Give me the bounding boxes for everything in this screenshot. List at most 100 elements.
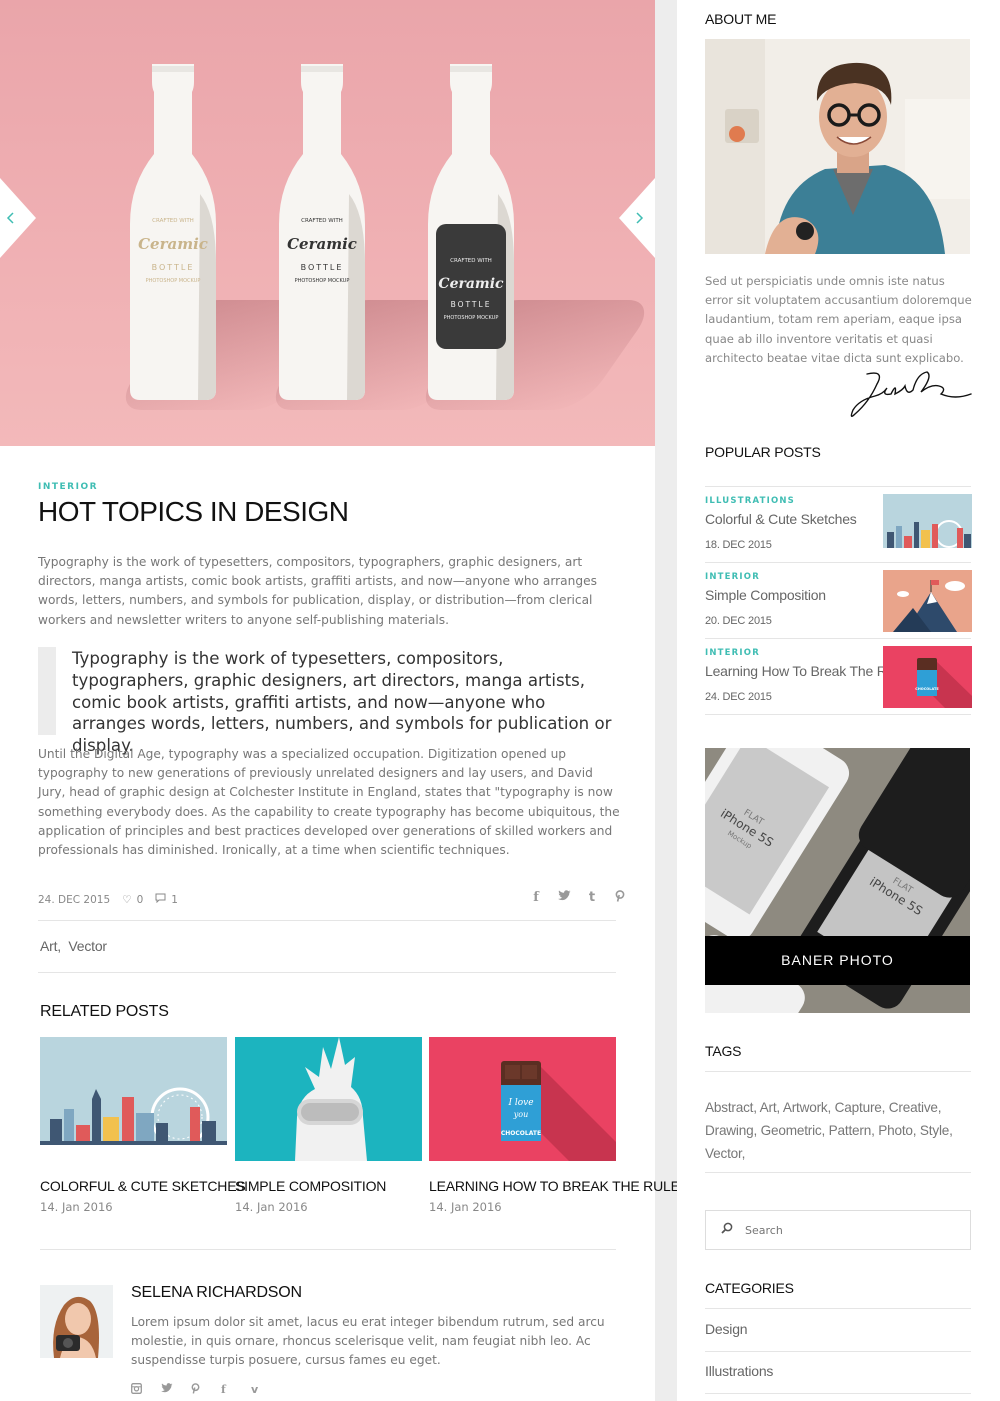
category-link[interactable]: Illustrations [705,1363,773,1379]
popular-post-thumbnail[interactable] [883,570,972,632]
popular-post-date: 18. DEC 2015 [705,539,772,551]
post-paragraph: Until the Digital Age, typography was a … [38,747,620,858]
chocolate-label: CHOCOLATE [501,1130,541,1137]
chocolate-label: you [513,1110,529,1119]
author-social-links: f v [131,1383,281,1397]
main-column: Ceramic CRAFTED WITH BOTTLE PHOTOSHOP MO… [0,0,689,1401]
popular-post-item[interactable]: INTERIOR Simple Composition 20. DEC 2015 [705,563,972,639]
hero-slider: Ceramic CRAFTED WITH BOTTLE PHOTOSHOP MO… [0,0,655,446]
related-post-card[interactable]: I love you CHOCOLATE LEARNING HOW TO BRE… [429,1037,689,1214]
bottle-brand-label: Ceramic [287,235,357,253]
divider [705,1071,971,1072]
chocolate-label: CHOCOLATE [915,687,939,691]
popular-post-item[interactable]: INTERIOR Learning How To Break The Rules… [705,639,972,715]
facebook-icon[interactable]: f [522,890,550,906]
divider [705,714,971,715]
related-post-card[interactable]: COLORFUL & CUTE SKETCHES 14. Jan 2016 [40,1037,246,1214]
related-post-title[interactable]: COLORFUL & CUTE SKETCHES [40,1178,246,1194]
related-post-image[interactable] [40,1037,227,1161]
categories-heading: CATEGORIES [705,1280,794,1296]
twitter-icon[interactable] [161,1383,191,1397]
popular-post-thumbnail[interactable]: CHOCOLATE [883,646,972,708]
search-input[interactable] [745,1223,945,1237]
bottle-brand-label: Ceramic [438,276,504,292]
popular-post-category[interactable]: ILLUSTRATIONS [705,496,795,506]
popular-post-item[interactable]: ILLUSTRATIONS Colorful & Cute Sketches 1… [705,487,972,563]
divider [705,1393,971,1394]
divider [705,1172,971,1173]
bottle-label-line: CRAFTED WITH [301,218,343,224]
post-date: 24. DEC 2015 [38,893,111,906]
banner-label[interactable]: BANER PHOTO [705,936,970,985]
post-paragraph: Typography is the work of typesetters, c… [38,555,597,627]
slider-prev-button[interactable] [0,178,40,258]
related-posts-heading: RELATED POSTS [40,1003,169,1020]
tag-link[interactable]: Art [40,938,58,954]
popular-post-title[interactable]: Simple Composition [705,587,826,603]
tag-link[interactable]: Vector [68,938,107,954]
related-post-card[interactable]: SIMPLE COMPOSITION 14. Jan 2016 [235,1037,422,1214]
post-blockquote: Typography is the work of typesetters, c… [72,649,612,756]
bottle-label-line: PHOTOSHOP MOCKUP [444,315,499,321]
divider [38,920,616,921]
blockquote-bar [38,647,56,735]
tumblr-icon[interactable]: t [578,890,606,906]
popular-post-thumbnail[interactable] [883,494,972,556]
bottle-label-line: CRAFTED WITH [450,258,492,264]
banner-ad[interactable]: FLAT iPhone 5S Mockup FLAT iPhone 5S BAN… [705,748,970,1013]
chocolate-label: I love [507,1098,533,1108]
popular-post-date: 24. DEC 2015 [705,691,772,703]
author-name[interactable]: SELENA RICHARDSON [131,1284,302,1302]
ceramic-bottle-image: Ceramic CRAFTED WITH BOTTLE PHOTOSHOP MO… [279,64,365,400]
category-link[interactable]: Design [705,1321,748,1337]
bottle-label-line: BOTTLE [152,263,195,272]
about-me-heading: ABOUT ME [705,11,777,27]
comment-count: 1 [171,893,178,906]
facebook-icon[interactable]: f [221,1383,251,1397]
pinterest-icon[interactable] [191,1383,221,1397]
vimeo-icon[interactable]: v [251,1383,281,1397]
instagram-icon[interactable] [131,1383,161,1397]
related-post-image[interactable] [235,1037,422,1161]
tag-cloud[interactable]: Abstract, Art, Artwork, Capture, Creativ… [705,1096,970,1165]
share-links: f t [522,890,634,906]
bottle-label-line: BOTTLE [301,263,344,272]
popular-post-category[interactable]: INTERIOR [705,572,760,582]
heart-icon[interactable]: ♡ [122,894,131,906]
post-category[interactable]: INTERIOR [38,482,98,492]
chevron-left-icon [0,178,36,258]
popular-posts-heading: POPULAR POSTS [705,444,821,460]
related-post-title[interactable]: SIMPLE COMPOSITION [235,1178,422,1194]
comment-icon[interactable] [155,893,166,906]
pinterest-icon[interactable] [606,890,634,906]
search-box[interactable] [705,1210,971,1250]
divider [705,1308,971,1309]
post-title: HOT TOPICS IN DESIGN [38,496,349,527]
slider-next-button[interactable] [615,178,655,258]
post-tags: Art, Vector [40,938,107,954]
popular-post-title[interactable]: Colorful & Cute Sketches [705,511,857,527]
bottle-label-line: CRAFTED WITH [152,218,194,224]
post-meta: 24. DEC 2015 ♡ 0 1 [38,893,178,906]
about-me-photo [705,39,970,254]
related-post-date: 14. Jan 2016 [429,1200,502,1214]
related-post-image[interactable]: I love you CHOCOLATE [429,1037,616,1161]
author-bio: Lorem ipsum dolor sit amet, lacus eu era… [131,1315,605,1368]
ceramic-bottle-image: Ceramic CRAFTED WITH BOTTLE PHOTOSHOP MO… [428,64,514,400]
related-post-date: 14. Jan 2016 [235,1200,308,1214]
bottle-label-line: PHOTOSHOP MOCKUP [295,278,350,284]
divider [40,1249,616,1250]
about-me-text: Sed ut perspiciatis unde omnis iste natu… [705,274,972,365]
search-icon[interactable] [721,1222,733,1238]
author-avatar [40,1285,113,1358]
related-post-date: 14. Jan 2016 [40,1200,113,1214]
twitter-icon[interactable] [550,890,578,906]
popular-post-title[interactable]: Learning How To Break The Rules [705,663,912,679]
chevron-right-icon [619,178,655,258]
divider [705,1351,971,1352]
bottle-label-line: PHOTOSHOP MOCKUP [146,278,201,284]
popular-post-category[interactable]: INTERIOR [705,648,760,658]
divider [38,972,616,973]
related-post-title[interactable]: LEARNING HOW TO BREAK THE RULES [429,1178,689,1194]
bottle-label-line: BOTTLE [451,300,492,309]
